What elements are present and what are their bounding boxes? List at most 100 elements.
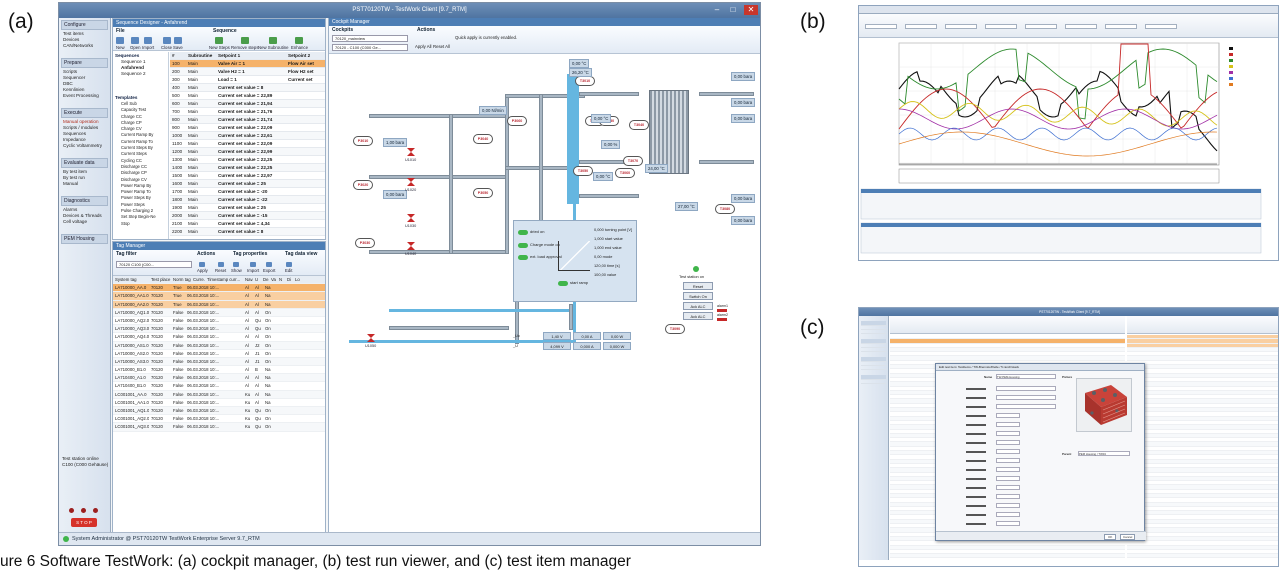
sequence-row[interactable]: 200 Main Valve H2 = 1 Flow H2 set [170,68,325,76]
toggle-switch[interactable] [518,255,528,260]
valve-icon[interactable] [407,214,415,222]
tag-row[interactable]: LA710400_B1.0 70120 False 06.03.2018 10:...… [113,382,325,391]
sequence-row[interactable]: 1000 Main Current set value = 22,61 [170,132,325,140]
column-header[interactable]: # [170,52,186,59]
sequence-row[interactable]: 2000 Main Current set value = -15 [170,212,325,220]
tag-row[interactable]: LC001001_AA1.0 70120 False 06.03.2018 10:..… [113,399,325,407]
sensor-tag[interactable]: T3010 [575,76,595,86]
dialog-field[interactable] [996,458,1020,463]
station-button[interactable]: Ack ALC [683,302,713,310]
valve-icon[interactable] [407,242,415,250]
sensor-tag[interactable]: P3040 [473,134,493,144]
valve-icon[interactable] [367,334,375,342]
c-nav-item[interactable] [861,381,886,384]
ribbon-button[interactable]: New [116,37,125,50]
tag-row[interactable]: LA710000_AQ1.0 70120 False 06.03.2018 10:..… [113,308,325,317]
tag-column-header[interactable]: Curre... [191,276,205,283]
nav-group-header[interactable]: Execute [61,108,108,118]
nav-group-header[interactable]: Configure [61,20,108,30]
column-header[interactable]: Setpoint 2 [286,52,325,59]
c-nav-item[interactable] [861,363,886,366]
tag-filter-input[interactable]: 70120 C100 (C00... [116,261,192,268]
ribbon-button[interactable]: Save [173,37,183,50]
c-nav-item[interactable] [861,331,886,334]
tag-row[interactable]: LC001001_AQ3.0 70120 False 06.03.2018 10:..… [113,423,325,432]
tag-column-header[interactable]: Norm tag [171,276,191,283]
dialog-field[interactable] [996,422,1020,427]
ribbon-button[interactable]: Remove steps [231,37,258,50]
c-nav-item[interactable] [861,375,886,380]
sensor-tag[interactable]: T3040 [629,120,649,130]
tag-ribbon-button[interactable]: Edit [285,262,292,273]
c-nav-item[interactable] [861,339,886,344]
item-row[interactable] [890,554,1125,559]
sequence-row[interactable]: 2100 Main Current set value = 4,34 [170,220,325,228]
sequence-row[interactable]: 1900 Main Current set value = 25 [170,204,325,212]
maximize-icon[interactable]: □ [726,5,740,15]
dialog-field[interactable] [996,404,1056,409]
sequence-row[interactable]: 1300 Main Current set value = 22,25 [170,156,325,164]
tree-sequences-header[interactable]: Sequences [113,52,168,59]
dialog-field[interactable] [996,467,1020,472]
sensor-tag[interactable]: T3050 [573,166,593,176]
close-icon[interactable]: ✕ [744,5,758,15]
parent-input[interactable]: PEM Housing / TW04 [1078,451,1130,456]
sensor-tag[interactable]: T3060 [615,168,635,178]
valve-icon[interactable] [407,178,415,186]
sequence-row[interactable]: 2200 Main Current set value = 8 [170,228,325,236]
ribbon-button[interactable]: New Subroutine [258,37,289,50]
tag-row[interactable]: LC001001_AQ1.0 70120 False 06.03.2018 10:..… [113,407,325,416]
tag-row[interactable]: LA710000_AS3.0 70120 False 06.03.2018 10:..… [113,357,325,367]
column-header[interactable]: Setpoint 1 [216,52,286,59]
tag-row[interactable]: LA710400_A1.0 70120 False 06.03.2018 10:...… [113,374,325,383]
toggle-switch[interactable] [558,281,568,286]
tag-ribbon-button[interactable]: Import [247,262,259,273]
ribbon-button[interactable]: New Steps [209,37,230,50]
tag-ribbon-button[interactable]: Reset [215,262,226,273]
c-nav-item[interactable] [861,327,886,330]
ribbon-button[interactable]: Import [142,37,154,50]
tag-row[interactable]: LA710000_AS1.0 70120 False 06.03.2018 10:..… [113,341,325,350]
sequence-row[interactable]: 900 Main Current set value = 22,09 [170,124,325,132]
viewer-filter-field[interactable] [1025,24,1057,29]
sensor-tag[interactable]: P3030 [355,238,375,248]
tree-templates-header[interactable]: Templates [113,77,168,101]
tag-column-header[interactable]: N [277,276,285,283]
dialog-field[interactable] [996,485,1020,490]
sequence-row[interactable]: 700 Main Current set value = 21,76 [170,108,325,116]
dialog-ok-button[interactable]: OK [1104,534,1117,540]
tag-row[interactable]: LA710000_AA.0 70120 True 06.03.2018 10:... A… [113,284,325,293]
station-button[interactable]: Reset [683,282,713,290]
dialog-field[interactable] [996,449,1020,454]
sequence-row[interactable]: 1100 Main Current set value = 22,09 [170,140,325,148]
tag-row[interactable]: LA710000_AA2.0 70120 True 06.03.2018 10:...… [113,300,325,309]
tag-column-header[interactable]: U [253,276,261,283]
column-header[interactable]: Subroutine [186,52,216,59]
sequence-row[interactable]: 1400 Main Current set value = 22,25 [170,164,325,172]
tree-template-item[interactable]: Stop [113,221,168,227]
tag-column-header[interactable]: Di [285,276,293,283]
dialog-field[interactable] [996,431,1020,436]
station-button[interactable]: Switch On [683,292,713,300]
tag-column-header[interactable]: Test place [149,276,171,283]
tag-row[interactable]: LA710000_AS2.0 70120 False 06.03.2018 10:..… [113,350,325,358]
dialog-field[interactable] [996,494,1020,499]
tag-column-header[interactable]: Timestamp curr... [205,276,243,283]
dialog-field[interactable] [996,440,1020,445]
ribbon-button[interactable]: Close [161,37,172,50]
nav-group-header[interactable]: PEM Housing [61,234,108,244]
cockpit-station-select[interactable]: 70120 - C100 (C000 Ge... [332,44,408,51]
dialog-field[interactable] [996,386,1056,391]
stop-button[interactable]: S T O P [71,518,97,527]
dialog-field[interactable] [996,395,1056,400]
sequence-row[interactable]: 1800 Main Current set value = -22 [170,196,325,204]
viewer-filter-field[interactable] [945,24,977,29]
sequence-row[interactable]: 1700 Main Current set value = -20 [170,188,325,196]
name-input[interactable]: TW-PEM-Housing [996,374,1056,379]
sensor-tag[interactable]: T3080 [715,204,735,214]
sequence-row[interactable]: 600 Main Current set value = 21,94 [170,100,325,108]
viewer-filter-field[interactable] [1105,24,1137,29]
sensor-tag[interactable]: P3020 [353,180,373,190]
c-nav-item[interactable] [861,321,886,326]
tag-row[interactable]: LA710000_AQ4.0 70120 False 06.03.2018 10:..… [113,333,325,342]
